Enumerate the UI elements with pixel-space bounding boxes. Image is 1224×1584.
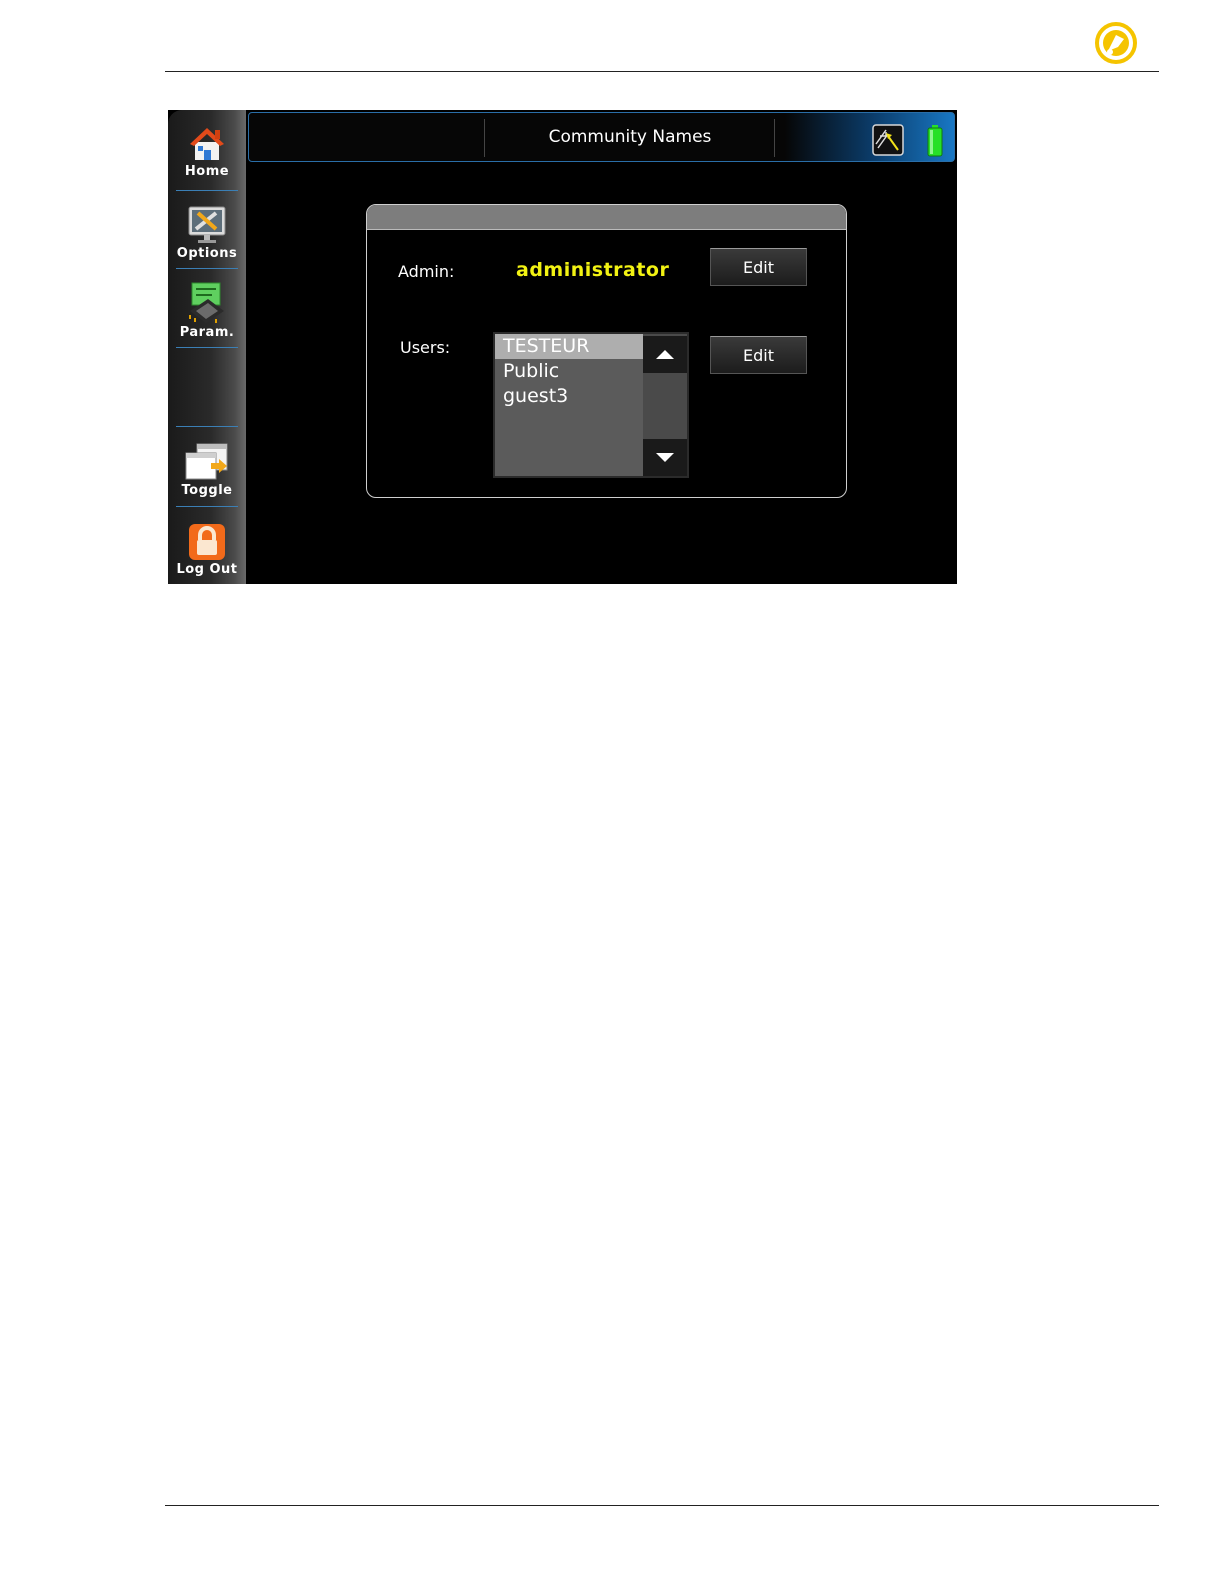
sidebar-item-param[interactable]: Param. [168,281,246,340]
sidebar-item-label: Log Out [176,562,238,577]
param-icon [189,282,224,323]
arrow-up-icon [656,350,674,359]
lock-icon [189,524,225,560]
sidebar-divider [176,506,238,507]
list-item[interactable]: TESTEUR [495,334,643,359]
sidebar-item-toggle[interactable]: Toggle [168,441,246,498]
sidebar-item-label: Param. [179,325,235,340]
page-bottom-rule [165,1505,1159,1506]
battery-icon [927,125,943,157]
sidebar-divider [176,268,238,269]
list-item[interactable]: Public [495,359,643,384]
network-icon[interactable] [872,124,904,156]
users-edit-button[interactable]: Edit [710,336,807,374]
toggle-icon [185,443,228,480]
sidebar-divider [176,426,238,427]
arrow-down-icon [656,453,674,462]
users-listbox[interactable]: TESTEUR Public guest3 [493,332,689,478]
device-screen: Home Options Param. Toggle Log Out Commu… [168,110,957,584]
options-icon [188,206,226,243]
scroll-down-button[interactable] [643,439,687,476]
admin-value: administrator [516,259,670,281]
title-bar: Community Names [248,112,955,162]
brand-logo-icon [1095,22,1137,64]
sidebar-item-home[interactable]: Home [168,124,246,179]
page-title: Community Names [548,127,712,147]
sidebar-item-logout[interactable]: Log Out [168,522,246,577]
admin-label: Admin: [398,262,455,281]
home-icon [190,128,224,160]
sidebar: Home Options Param. Toggle Log Out [168,110,246,584]
sidebar-item-label: Toggle [181,483,233,498]
admin-edit-button[interactable]: Edit [710,248,807,286]
users-list: TESTEUR Public guest3 [495,334,643,409]
list-item[interactable]: guest3 [495,384,643,409]
users-scrollbar[interactable] [643,334,687,476]
scroll-up-button[interactable] [643,336,687,373]
panel-header-bar [367,205,846,230]
sidebar-item-label: Home [184,164,230,179]
page-top-rule [165,71,1159,72]
community-names-panel: Admin: administrator Edit Users: TESTEUR… [366,204,847,498]
sidebar-item-options[interactable]: Options [168,204,246,261]
users-label: Users: [400,338,451,357]
sidebar-item-label: Options [176,246,238,261]
sidebar-divider [176,190,238,191]
sidebar-divider [176,347,238,348]
title-divider [774,119,775,157]
